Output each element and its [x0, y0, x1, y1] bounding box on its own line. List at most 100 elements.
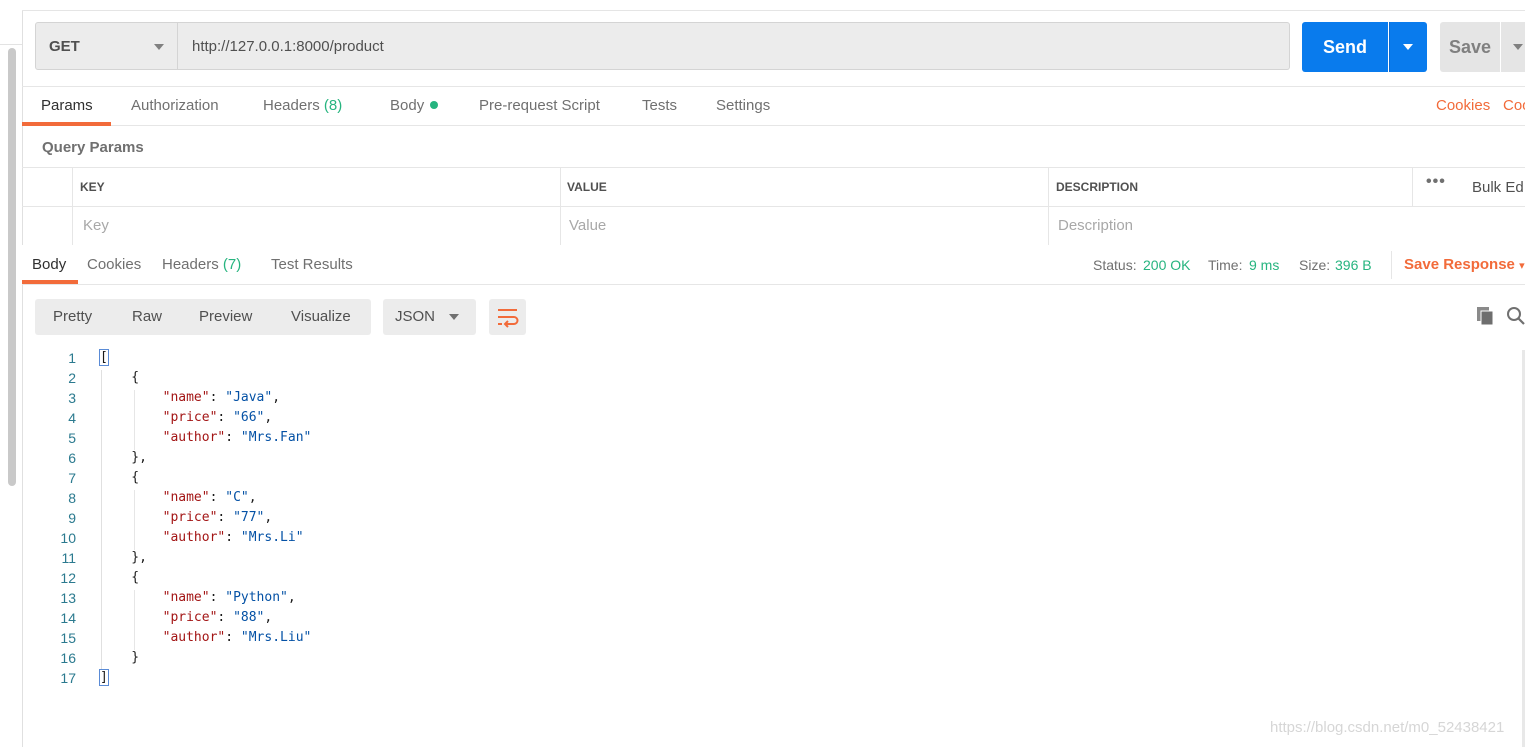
copy-icon[interactable]: [1476, 306, 1494, 326]
more-dots-icon[interactable]: •••: [1426, 173, 1446, 191]
code-link[interactable]: Coo: [1503, 97, 1525, 114]
code-line: 4 "price": "66",: [22, 408, 1525, 428]
active-response-tab-indicator: [22, 280, 78, 284]
left-sidebar-edge: [0, 0, 23, 747]
json-key: "price": [162, 510, 218, 525]
format-select[interactable]: JSON: [383, 299, 476, 335]
code-line: 3 "name": "Java",: [22, 388, 1525, 408]
left-scrollbar[interactable]: [8, 48, 16, 486]
view-visualize-button[interactable]: Visualize: [291, 308, 351, 325]
view-pretty-button[interactable]: Pretty: [53, 308, 92, 325]
value-input[interactable]: Value: [569, 217, 606, 234]
view-raw-button[interactable]: Raw: [132, 308, 162, 325]
response-tab-headers[interactable]: Headers (7): [162, 256, 241, 273]
tab-params[interactable]: Params: [41, 97, 93, 114]
size-value[interactable]: 396 B: [1335, 257, 1372, 273]
matched-bracket: [: [99, 349, 109, 366]
top-tab-strip: [22, 0, 1525, 11]
tab-prerequest-script[interactable]: Pre-request Script: [479, 97, 600, 114]
column-divider: [560, 168, 561, 245]
tab-authorization[interactable]: Authorization: [131, 97, 219, 114]
view-preview-button[interactable]: Preview: [199, 308, 252, 325]
url-input[interactable]: http://127.0.0.1:8000/product: [178, 22, 1290, 70]
json-key: "name": [162, 390, 210, 405]
response-body-editor[interactable]: 1[2 {3 "name": "Java", 4 "price": "66", 5 …: [22, 348, 1525, 747]
column-divider: [1048, 168, 1049, 245]
bulk-edit-link[interactable]: Bulk Ed: [1472, 179, 1524, 196]
json-key: "name": [162, 590, 210, 605]
line-number: 4: [68, 410, 76, 426]
code-line: 15 "author": "Mrs.Liu": [22, 628, 1525, 648]
headers-count: (8): [323, 97, 343, 114]
send-options-button[interactable]: [1389, 22, 1427, 72]
line-number: 14: [60, 610, 76, 626]
line-number: 6: [68, 450, 76, 466]
send-button[interactable]: Send: [1302, 22, 1388, 72]
tab-headers-label: Headers: [263, 97, 320, 114]
code-line: 1[: [22, 348, 1525, 368]
code-line: 2 {: [22, 368, 1525, 388]
tab-settings[interactable]: Settings: [716, 97, 770, 114]
code-line: 5 "author": "Mrs.Fan": [22, 428, 1525, 448]
code-line: 9 "price": "77",: [22, 508, 1525, 528]
response-tab-body[interactable]: Body: [32, 256, 66, 273]
response-view-switcher: Pretty Raw Preview Visualize: [35, 299, 371, 335]
url-text: http://127.0.0.1:8000/product: [192, 38, 384, 55]
save-options-button[interactable]: [1501, 22, 1525, 72]
tab-headers[interactable]: Headers (8): [263, 97, 342, 114]
line-number: 15: [60, 630, 76, 646]
code-text: {: [100, 370, 140, 385]
caret-down-icon: [1513, 44, 1523, 50]
code-text: "price": "66",: [162, 410, 273, 425]
line-number: 3: [68, 390, 76, 406]
time-label: Time:: [1208, 257, 1243, 273]
method-select[interactable]: GET: [35, 22, 178, 70]
tab-tests[interactable]: Tests: [642, 97, 677, 114]
json-string-value: "Java": [225, 390, 273, 405]
code-text: },: [100, 450, 147, 465]
tab-body-label: Body: [390, 97, 425, 114]
code-text: {: [100, 570, 140, 585]
json-key: "author": [162, 630, 226, 645]
status-value[interactable]: 200 OK: [1143, 257, 1190, 273]
code-text: ]: [99, 668, 109, 688]
cookies-link[interactable]: Cookies: [1436, 97, 1490, 114]
wrap-lines-icon: [498, 309, 519, 328]
save-response-button[interactable]: Save Response ▾: [1404, 256, 1525, 273]
tab-body[interactable]: Body: [390, 97, 439, 114]
json-key: "name": [162, 490, 210, 505]
description-input[interactable]: Description: [1058, 217, 1133, 234]
time-value[interactable]: 9 ms: [1249, 257, 1279, 273]
line-number: 9: [68, 510, 76, 526]
code-text: "author": "Mrs.Fan": [162, 430, 312, 445]
column-header-value: VALUE: [567, 180, 607, 194]
table-header-row: KEY VALUE DESCRIPTION ••• Bulk Ed: [22, 168, 1525, 207]
body-indicator-dot-icon: [430, 101, 439, 109]
size-label: Size:: [1299, 257, 1331, 273]
divider: [1391, 251, 1392, 279]
table-row: Key Value Description: [22, 206, 1525, 246]
json-string-value: "C": [225, 490, 249, 505]
save-button[interactable]: Save: [1440, 22, 1500, 72]
line-number: 16: [60, 650, 76, 666]
code-line: 12 {: [22, 568, 1525, 588]
code-text: "author": "Mrs.Liu": [162, 630, 312, 645]
column-header-description: DESCRIPTION: [1056, 180, 1139, 194]
response-tab-cookies[interactable]: Cookies: [87, 256, 141, 273]
line-number: 1: [68, 350, 76, 366]
response-headers-count: (7): [222, 256, 242, 273]
column-divider: [1412, 168, 1413, 206]
status-label: Status:: [1093, 257, 1137, 273]
key-input[interactable]: Key: [83, 217, 109, 234]
active-tab-indicator: [22, 122, 111, 126]
search-icon[interactable]: [1506, 306, 1525, 326]
code-text: "price": "77",: [162, 510, 273, 525]
wrap-lines-button[interactable]: [489, 299, 526, 335]
line-number: 2: [68, 370, 76, 386]
code-text: },: [100, 550, 147, 565]
code-line: 10 "author": "Mrs.Li": [22, 528, 1525, 548]
json-string-value: "Mrs.Liu": [240, 630, 312, 645]
json-key: "price": [162, 410, 218, 425]
response-tab-test-results[interactable]: Test Results: [271, 256, 353, 273]
caret-down-icon: [449, 314, 459, 320]
